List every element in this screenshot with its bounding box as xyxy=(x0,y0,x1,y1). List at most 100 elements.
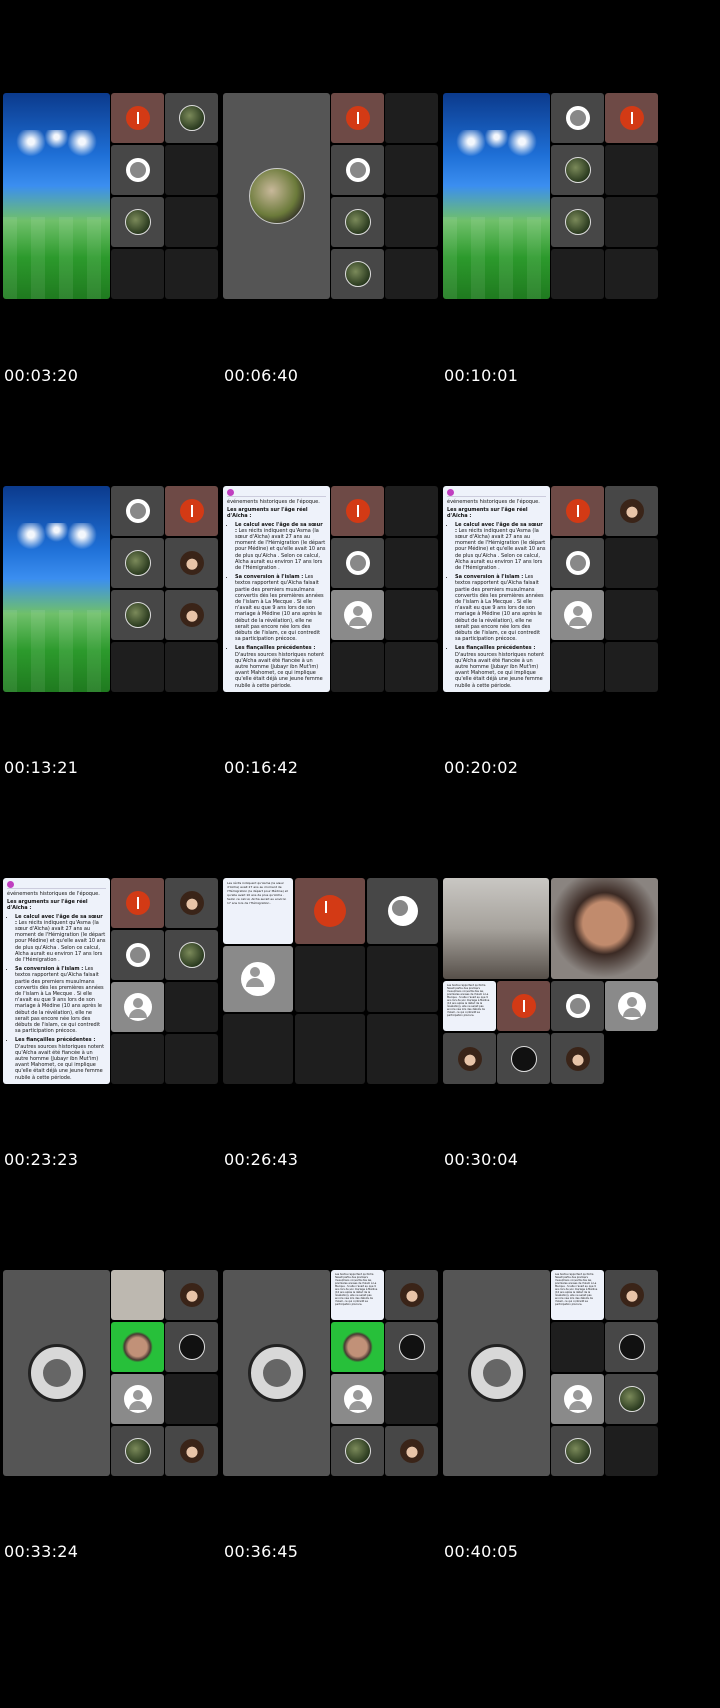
mic-muted-avatar xyxy=(345,499,370,523)
stadium-video-tile[interactable] xyxy=(443,93,550,299)
participant-tile[interactable] xyxy=(551,1426,604,1476)
participant-tile[interactable] xyxy=(331,93,384,143)
timestamp: 00:10:01 xyxy=(444,366,519,385)
speaker-tile[interactable] xyxy=(443,1270,550,1476)
participant-tile[interactable] xyxy=(605,1322,658,1372)
empty-tile xyxy=(551,249,604,299)
participant-tile[interactable] xyxy=(551,145,604,195)
participant-tile[interactable] xyxy=(111,197,164,247)
user-placeholder-icon xyxy=(565,106,590,130)
participant-tile[interactable] xyxy=(331,145,384,195)
participant-tile[interactable] xyxy=(331,197,384,247)
participant-tile[interactable] xyxy=(385,1270,438,1320)
participant-tile[interactable] xyxy=(605,1374,658,1424)
participant-tile[interactable] xyxy=(165,486,218,536)
empty-tile xyxy=(605,538,658,588)
participant-tile[interactable] xyxy=(111,93,164,143)
shared-document-tile[interactable]: Les textos rapportent qu'Aïcha faisait p… xyxy=(551,1270,604,1320)
shared-document-tile[interactable]: Les textos rapportent qu'Aïcha faisait p… xyxy=(331,1270,384,1320)
empty-tile xyxy=(385,590,438,640)
participant-tile[interactable] xyxy=(443,1033,496,1084)
participant-tile[interactable] xyxy=(605,486,658,536)
participant-tile[interactable] xyxy=(551,93,604,143)
participant-tile[interactable] xyxy=(551,486,604,536)
participant-tile[interactable] xyxy=(331,1374,384,1424)
participant-tile[interactable] xyxy=(165,1426,218,1476)
mic-muted-avatar xyxy=(125,891,150,915)
timestamp: 00:23:23 xyxy=(4,1150,79,1169)
participant-tile[interactable] xyxy=(165,93,218,143)
shared-document-tile[interactable] xyxy=(111,1270,164,1320)
speaker-tile[interactable] xyxy=(223,1270,330,1476)
participant-tile[interactable] xyxy=(111,486,164,536)
frame-12: Les textos rapportent qu'Aïcha faisait p… xyxy=(443,1270,658,1476)
speaker-tile[interactable] xyxy=(3,1270,110,1476)
participant-tile[interactable] xyxy=(111,1374,164,1424)
participant-tile[interactable] xyxy=(165,538,218,588)
timestamp: 00:03:20 xyxy=(4,366,79,385)
participant-tile[interactable] xyxy=(367,878,438,944)
participant-tile[interactable] xyxy=(111,930,164,980)
participant-tile[interactable] xyxy=(295,878,365,944)
shared-document-tile[interactable]: événements historiques de l'époque. Les … xyxy=(223,486,330,692)
participant-tile[interactable] xyxy=(111,145,164,195)
shared-document-tile[interactable]: événements historiques de l'époque. Les … xyxy=(443,486,550,692)
participant-tile[interactable] xyxy=(605,93,658,143)
empty-tile xyxy=(165,197,218,247)
participant-tile[interactable] xyxy=(551,1374,604,1424)
participant-tile[interactable] xyxy=(223,946,293,1012)
participant-tile[interactable] xyxy=(497,1033,550,1084)
participant-tile[interactable] xyxy=(385,1322,438,1372)
shared-document-tile[interactable]: Les textos rapportent qu'Aïcha faisait p… xyxy=(443,981,496,1031)
participant-tile[interactable] xyxy=(331,538,384,588)
participant-tile[interactable] xyxy=(331,590,384,640)
participant-tile[interactable] xyxy=(165,930,218,980)
stadium-video-tile[interactable] xyxy=(3,486,110,692)
shared-document-tile[interactable]: Les récits indiquent qu'Asma (la sœur d'… xyxy=(223,878,293,944)
empty-tile xyxy=(165,642,218,692)
participant-tile[interactable] xyxy=(111,982,164,1032)
profile-photo-avatar xyxy=(618,1386,645,1412)
empty-tile xyxy=(385,1374,438,1424)
camera-video-tile[interactable] xyxy=(331,1322,384,1372)
participant-tile[interactable] xyxy=(165,590,218,640)
participant-tile[interactable] xyxy=(111,878,164,928)
participant-tile[interactable] xyxy=(165,1322,218,1372)
empty-tile xyxy=(385,145,438,195)
camera-video-tile[interactable] xyxy=(443,878,549,979)
participant-tile[interactable] xyxy=(551,981,604,1031)
shared-document-tile[interactable]: événements historiques de l'époque. Les … xyxy=(3,878,110,1084)
user-placeholder-icon xyxy=(563,601,592,629)
user-placeholder-icon xyxy=(125,499,150,523)
participant-tile[interactable] xyxy=(165,1270,218,1320)
profile-photo-avatar xyxy=(619,499,644,523)
speaker-tile[interactable] xyxy=(223,93,330,299)
profile-photo-avatar xyxy=(564,209,591,235)
profile-photo-avatar xyxy=(124,602,151,628)
participant-tile[interactable] xyxy=(331,486,384,536)
user-placeholder-icon xyxy=(467,1344,526,1402)
timestamp: 00:40:05 xyxy=(444,1542,519,1561)
camera-video-tile[interactable] xyxy=(551,878,658,979)
participant-tile[interactable] xyxy=(551,538,604,588)
participant-tile[interactable] xyxy=(385,1426,438,1476)
participant-tile[interactable] xyxy=(605,981,658,1031)
participant-tile[interactable] xyxy=(111,1426,164,1476)
participant-tile[interactable] xyxy=(551,1033,604,1084)
participant-tile[interactable] xyxy=(551,197,604,247)
participant-tile[interactable] xyxy=(165,878,218,928)
participant-tile[interactable] xyxy=(111,538,164,588)
participant-tile[interactable] xyxy=(331,249,384,299)
empty-tile xyxy=(223,1014,293,1084)
participant-tile[interactable] xyxy=(605,1270,658,1320)
stadium-video-tile[interactable] xyxy=(3,93,110,299)
frame-1 xyxy=(3,93,218,299)
participant-tile[interactable] xyxy=(551,590,604,640)
participant-tile[interactable] xyxy=(497,981,550,1031)
frame-3 xyxy=(443,93,658,299)
participant-tile[interactable] xyxy=(111,590,164,640)
participant-tile[interactable] xyxy=(331,1426,384,1476)
empty-tile xyxy=(111,642,164,692)
mic-muted-avatar xyxy=(565,499,590,523)
camera-video-tile[interactable] xyxy=(111,1322,164,1372)
